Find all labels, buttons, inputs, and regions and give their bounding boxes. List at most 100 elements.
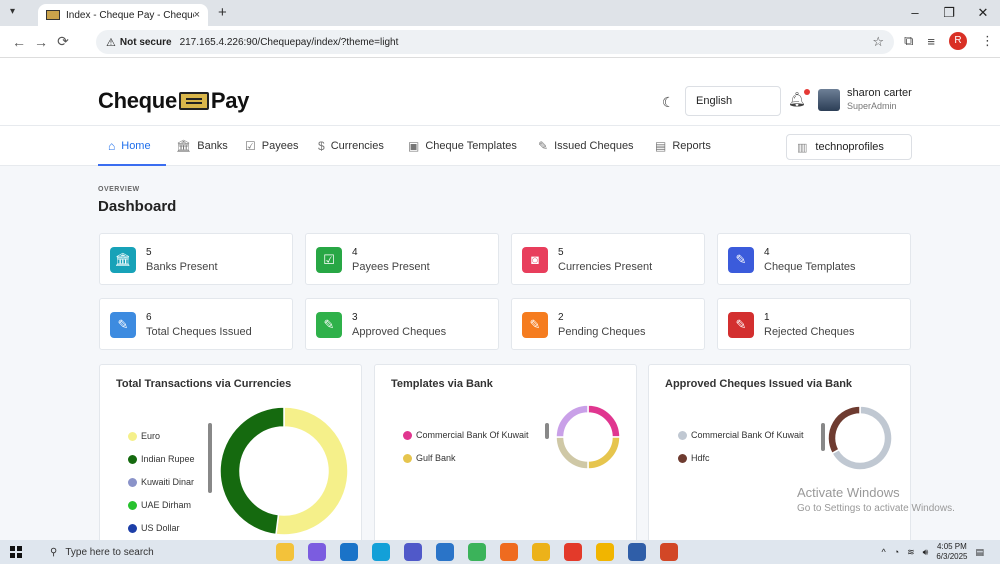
stat-value: 3 [352,312,358,323]
chrome-icon[interactable] [532,543,550,561]
tab-list-chevron-icon[interactable]: ▾ [10,6,15,17]
chevron-up-icon[interactable]: ^ [881,547,885,557]
legend-item[interactable]: Euro [128,431,160,441]
edge-icon[interactable] [372,543,390,561]
clock-date: 6/3/2025 [936,552,968,561]
theme-toggle-moon-icon[interactable]: ☾ [662,94,675,111]
maximize-icon[interactable]: ❐ [932,0,966,26]
nav-banks[interactable]: 🏛︎ Banks [176,139,228,153]
legend-item[interactable]: Gulf Bank [403,453,456,463]
donut-slice[interactable] [587,404,621,438]
notification-dot [803,89,810,95]
firefox-icon[interactable] [500,543,518,561]
pen-icon: ✎ [110,312,136,338]
nav-payees[interactable]: ☑ Payees [245,139,298,153]
legend-swatch [678,453,687,463]
legend-swatch [403,453,412,463]
forward-arrow-icon[interactable]: → [30,34,52,50]
check-square-icon: ☑ [245,139,256,153]
app-icon[interactable] [468,543,486,561]
tab-close-icon[interactable]: × [194,9,200,21]
donut-slice[interactable] [275,406,349,536]
volume-icon[interactable]: 🔊︎ [923,547,929,558]
pen-icon: ✎ [522,312,548,338]
nav-currencies[interactable]: $ Currencies [318,139,384,153]
donut-slice[interactable] [827,405,861,455]
url-field[interactable]: ⚠ Not secure 217.165.4.226:90/Chequepay/… [96,30,894,54]
stat-card-cheque-templates[interactable]: ✎ 4 Cheque Templates [717,233,911,285]
outlook-icon[interactable] [340,543,358,561]
copilot-icon[interactable] [276,543,294,561]
browser-tab[interactable]: Index - Cheque Pay - Cheque P × [38,4,208,26]
bookmark-star-icon[interactable]: ☆ [872,34,884,50]
extensions-icon[interactable]: ⧉ [904,33,913,49]
reading-list-icon[interactable]: ≡ [927,34,935,49]
user-avatar[interactable] [818,89,840,111]
nav-cheque-templates[interactable]: ▣ Cheque Templates [408,139,517,153]
clock[interactable]: 4:05 PM 6/3/2025 [936,542,967,562]
close-window-icon[interactable]: ✕ [966,0,1000,26]
warning-icon: ⚠ [106,36,116,49]
nav-issued-cheques[interactable]: ✎ Issued Cheques [538,139,634,153]
legend-item[interactable]: UAE Dirham [128,500,191,510]
more-menu-icon[interactable]: ⋮ [981,33,994,49]
stat-card-currencies[interactable]: ◙ 5 Currencies Present [511,233,705,285]
network-icon[interactable]: ◔ [894,547,899,557]
system-tray: ^ ◔ ≋ 🔊︎ 4:05 PM 6/3/2025 ▤ [881,542,984,562]
stat-card-pending-cheques[interactable]: ✎ 2 Pending Cheques [511,298,705,350]
legend-scrollbar[interactable] [821,423,825,451]
search-icon: ⚲ [50,546,58,558]
legend-item[interactable]: Commercial Bank Of Kuwait [678,430,804,440]
file-explorer-icon[interactable] [596,543,614,561]
back-arrow-icon[interactable]: ← [8,34,30,50]
notification-center-icon[interactable]: ▤ [975,547,984,558]
app-icon[interactable] [308,543,326,561]
legend-scrollbar[interactable] [545,423,549,439]
teams-icon[interactable] [404,543,422,561]
donut-slice[interactable] [555,436,589,470]
vscode-icon[interactable] [436,543,454,561]
language-select[interactable]: English [685,86,781,116]
minimize-icon[interactable]: – [898,0,932,26]
user-name[interactable]: sharon carter [847,87,912,99]
new-tab-button[interactable]: + [218,4,227,21]
stat-card-banks[interactable]: 🏛︎ 5 Banks Present [99,233,293,285]
word-icon[interactable] [628,543,646,561]
profile-avatar[interactable]: R [949,32,967,50]
nav-reports-label: Reports [672,140,711,152]
stat-card-approved-cheques[interactable]: ✎ 3 Approved Cheques [305,298,499,350]
stat-card-payees[interactable]: ☑ 4 Payees Present [305,233,499,285]
active-tab-indicator [98,164,166,166]
legend-item[interactable]: Kuwaiti Dinar [128,477,194,487]
reload-icon[interactable]: ⟳ [52,33,74,50]
legend-item[interactable]: US Dollar [128,523,180,533]
company-selector[interactable]: ▥ technoprofiles [786,134,912,160]
legend-item[interactable]: Indian Rupee [128,454,195,464]
legend-scrollbar[interactable] [208,423,212,493]
donut-slice[interactable] [555,404,589,438]
opera-icon[interactable] [564,543,582,561]
cheque-favicon-icon [46,10,60,20]
windows-start-icon[interactable] [10,546,22,558]
notification-bell-icon[interactable]: 🔔︎ [788,89,810,108]
taskbar-search[interactable]: ⚲ Type here to search [50,542,270,562]
nav-home[interactable]: ⌂ Home [108,139,151,153]
legend-item[interactable]: Commercial Bank Of Kuwait [403,430,529,440]
cheque-pay-logo[interactable]: Cheque Pay [98,88,249,114]
powerpoint-icon[interactable] [660,543,678,561]
wifi-icon[interactable]: ≋ [907,547,915,558]
legend-swatch [128,523,137,533]
pen-icon: ✎ [728,247,754,273]
stat-label: Payees Present [352,261,430,273]
stat-card-total-cheques[interactable]: ✎ 6 Total Cheques Issued [99,298,293,350]
company-name: technoprofiles [815,141,884,153]
window-controls: – ❐ ✕ [898,0,1000,26]
nav-reports[interactable]: ▤ Reports [655,139,711,153]
nav-cheque-templates-label: Cheque Templates [425,140,517,152]
legend-item[interactable]: Hdfc [678,453,710,463]
stat-card-rejected-cheques[interactable]: ✎ 1 Rejected Cheques [717,298,911,350]
donut-slice[interactable] [587,436,621,470]
nav-payees-label: Payees [261,140,299,152]
logo-text-right: Pay [210,88,250,113]
donut-slice[interactable] [219,406,285,536]
